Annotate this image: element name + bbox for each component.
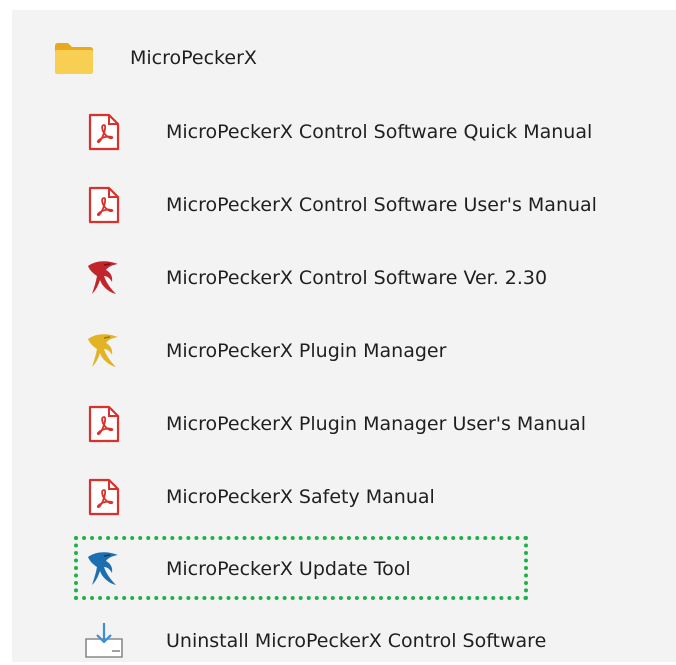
folder-label: MicroPeckerX [130,47,257,69]
pdf-icon [82,402,126,446]
bird-icon [82,329,126,373]
item-control-software-quick-manual[interactable]: MicroPeckerX Control Software Quick Manu… [82,108,592,156]
item-control-software-ver[interactable]: MicroPeckerX Control Software Ver. 2.30 [82,254,547,302]
folder-icon [52,36,96,80]
item-plugin-manager-users-manual[interactable]: MicroPeckerX Plugin Manager User's Manua… [82,400,586,448]
bird-icon [82,256,126,300]
pdf-icon [82,475,126,519]
highlight-box [74,536,528,600]
item-plugin-manager[interactable]: MicroPeckerX Plugin Manager [82,327,446,375]
item-label: Uninstall MicroPeckerX Control Software [166,630,547,652]
item-safety-manual[interactable]: MicroPeckerX Safety Manual [82,473,435,521]
pdf-icon [82,110,126,154]
item-label: MicroPeckerX Safety Manual [166,486,435,508]
pdf-icon [82,183,126,227]
item-label: MicroPeckerX Plugin Manager User's Manua… [166,413,586,435]
item-label: MicroPeckerX Control Software Quick Manu… [166,121,593,143]
item-label: MicroPeckerX Control Software Ver. 2.30 [166,267,548,289]
item-uninstall[interactable]: Uninstall MicroPeckerX Control Software [82,617,546,665]
folder-microperckerx[interactable]: MicroPeckerX [52,34,257,82]
uninstall-icon [82,619,126,663]
item-control-software-users-manual[interactable]: MicroPeckerX Control Software User's Man… [82,181,597,229]
item-label: MicroPeckerX Control Software User's Man… [166,194,597,216]
item-label: MicroPeckerX Plugin Manager [166,340,447,362]
